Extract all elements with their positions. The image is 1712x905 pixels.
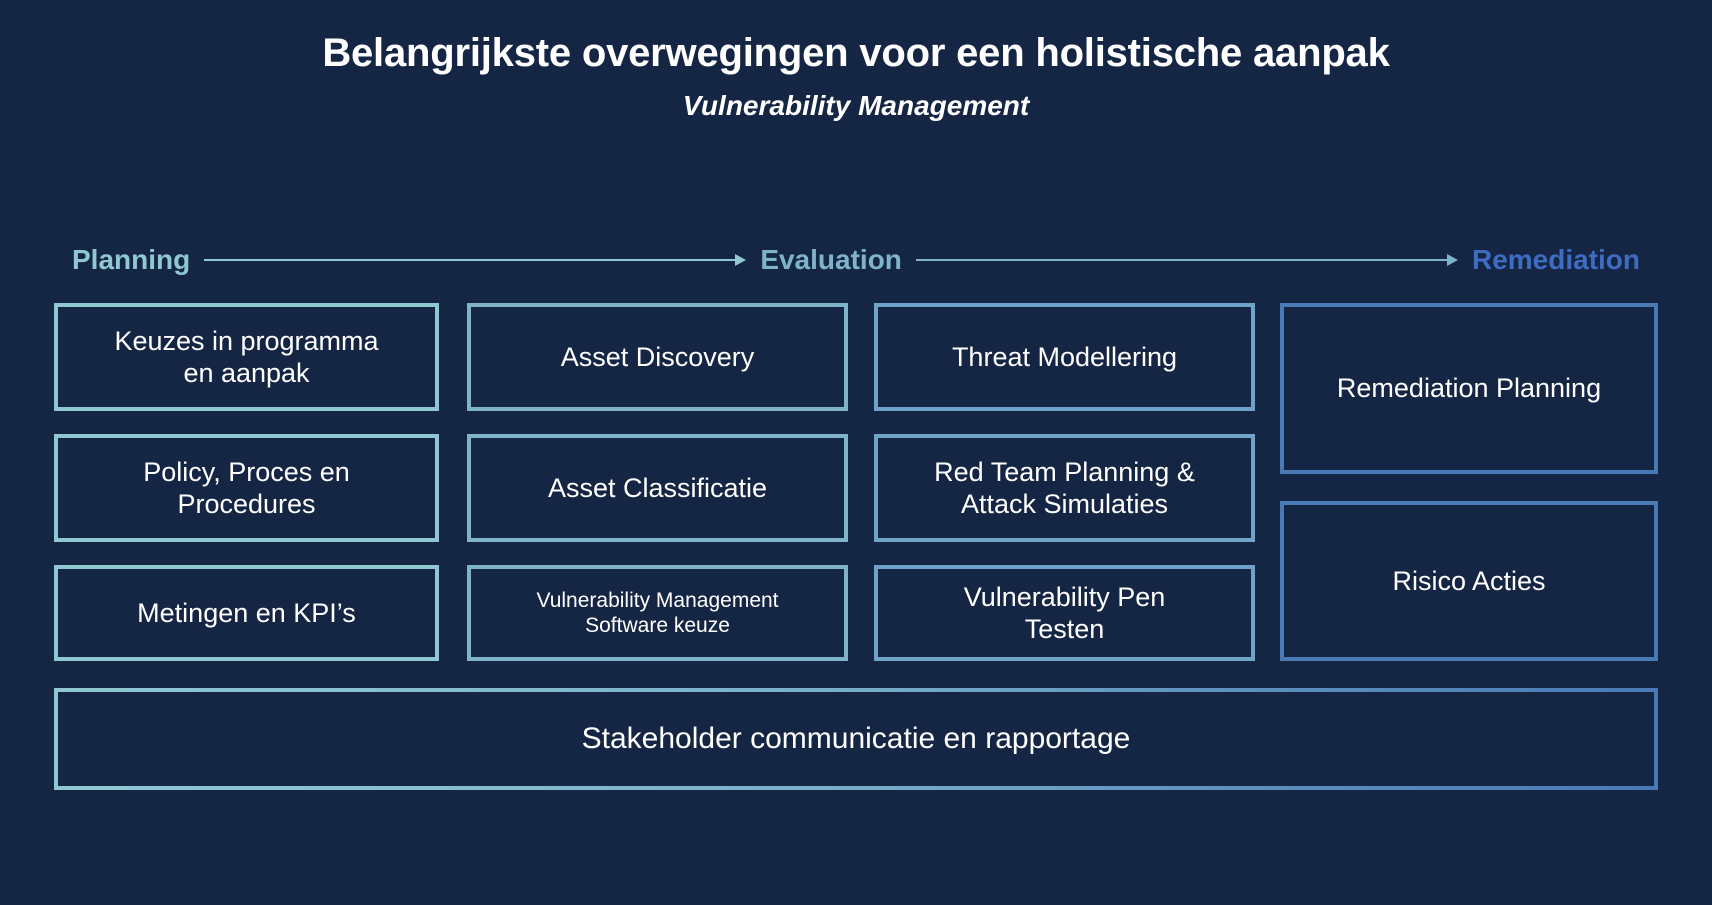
slide-canvas: Belangrijkste overwegingen voor een holi…: [0, 0, 1712, 905]
box-label: Red Team Planning & Attack Simulaties: [934, 456, 1195, 519]
title-block: Belangrijkste overwegingen voor een holi…: [0, 30, 1712, 122]
box-label: Threat Modellering: [951, 341, 1178, 372]
consideration-grid: Keuzes in programma en aanpak Policy, Pr…: [54, 303, 1658, 661]
phase-arrow-evaluation-to-remediation: [915, 254, 1458, 266]
box-label: Policy, Proces en Procedures: [143, 456, 350, 519]
page-subtitle: Vulnerability Management: [682, 90, 1030, 121]
phase-label-remediation: Remediation: [1471, 244, 1641, 275]
phase-label-planning: Planning: [72, 244, 191, 275]
column-evaluation-testing: Threat Modellering Red Team Planning & A…: [874, 303, 1255, 661]
box-vulnerability-pen-testen: Vulnerability Pen Testen: [874, 565, 1255, 661]
box-label: Asset Discovery: [560, 341, 755, 372]
box-asset-classificatie: Asset Classificatie: [467, 434, 848, 542]
box-label: Vulnerability Management Software keuze: [536, 588, 779, 637]
arrow-shaft: [915, 259, 1450, 261]
arrow-head-icon: [1446, 254, 1458, 266]
box-asset-discovery: Asset Discovery: [467, 303, 848, 411]
arrow-head-icon: [735, 254, 747, 266]
box-vulnerability-management-software-keuze: Vulnerability Management Software keuze: [467, 565, 848, 661]
box-label: Risico Acties: [1392, 565, 1546, 596]
box-red-team-planning-attack-simulaties: Red Team Planning & Attack Simulaties: [874, 434, 1255, 542]
box-risico-acties: Risico Acties: [1280, 501, 1658, 661]
page-title: Belangrijkste overwegingen voor een holi…: [322, 31, 1390, 75]
box-remediation-planning: Remediation Planning: [1280, 303, 1658, 474]
column-remediation: Remediation Planning Risico Acties: [1280, 303, 1658, 661]
box-label: Asset Classificatie: [547, 472, 768, 503]
box-stakeholder-communicatie-en-rapportage: Stakeholder communicatie en rapportage: [54, 688, 1658, 790]
box-label: Remediation Planning: [1336, 373, 1602, 404]
phase-label-evaluation: Evaluation: [760, 244, 902, 275]
box-policy-proces-en-procedures: Policy, Proces en Procedures: [54, 434, 439, 542]
box-keuzes-in-programma-en-aanpak: Keuzes in programma en aanpak: [54, 303, 439, 411]
column-planning: Keuzes in programma en aanpak Policy, Pr…: [54, 303, 439, 661]
box-label: Metingen en KPI’s: [137, 597, 356, 628]
box-label: Vulnerability Pen Testen: [963, 581, 1166, 644]
arrow-shaft: [204, 259, 739, 261]
column-evaluation-assets: Asset Discovery Asset Classificatie Vuln…: [467, 303, 848, 661]
phase-arrow-planning-to-evaluation: [204, 254, 747, 266]
box-metingen-en-kpis: Metingen en KPI’s: [54, 565, 439, 661]
box-label: Keuzes in programma en aanpak: [114, 325, 379, 388]
box-label: Stakeholder communicatie en rapportage: [581, 722, 1131, 755]
phase-header-row: Planning Evaluation Remediation: [72, 238, 1640, 282]
box-threat-modellering: Threat Modellering: [874, 303, 1255, 411]
